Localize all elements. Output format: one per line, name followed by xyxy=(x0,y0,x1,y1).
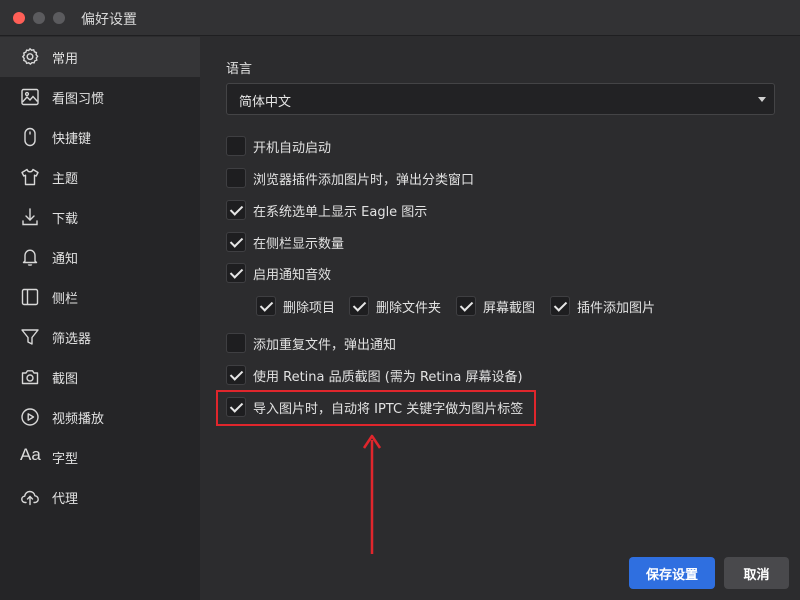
zoom-window-button[interactable] xyxy=(53,12,65,24)
sidebar-item-shortcuts[interactable]: 快捷键 xyxy=(0,117,200,157)
checkbox-label: 删除文件夹 xyxy=(376,300,442,316)
sidebar-item-fonts[interactable]: Aa 字型 xyxy=(0,437,200,477)
option-sound-screenshot[interactable]: 屏幕截图 xyxy=(456,294,535,318)
option-sound-delete-item[interactable]: 删除项目 xyxy=(256,294,335,318)
sidebar-item-video-playback[interactable]: 视频播放 xyxy=(0,397,200,437)
cloud-upload-icon xyxy=(20,487,40,507)
checkbox[interactable] xyxy=(256,296,276,316)
sidebar-item-filters[interactable]: 筛选器 xyxy=(0,317,200,357)
font-icon: Aa xyxy=(20,445,41,464)
option-retina-screenshot[interactable]: 使用 Retina 品质截图 (需为 Retina 屏幕设备) xyxy=(226,363,523,387)
annotation-arrow-icon xyxy=(362,434,382,554)
checkbox-label: 开机自动启动 xyxy=(253,140,332,156)
option-sound-plugin-add[interactable]: 插件添加图片 xyxy=(550,294,655,318)
sidebar-item-label: 常用 xyxy=(52,52,79,67)
checkbox-label: 使用 Retina 品质截图 (需为 Retina 屏幕设备) xyxy=(253,369,523,385)
option-duplicate-notify[interactable]: 添加重复文件，弹出通知 xyxy=(226,331,396,355)
checkbox-label: 删除项目 xyxy=(283,300,336,316)
checkbox-label: 浏览器插件添加图片时，弹出分类窗口 xyxy=(253,172,475,188)
shirt-icon xyxy=(20,167,40,187)
sidebar-item-sidebar[interactable]: 侧栏 xyxy=(0,277,200,317)
checkbox[interactable] xyxy=(550,296,570,316)
window-title: 偏好设置 xyxy=(81,12,137,28)
minimize-window-button[interactable] xyxy=(33,12,45,24)
sidebar-item-label: 代理 xyxy=(52,492,79,507)
bell-icon xyxy=(20,247,40,267)
checkbox[interactable] xyxy=(226,168,246,188)
general-settings-panel: 语言 简体中文 开机自动启动 浏览器插件添加图片时，弹出分类窗口 在系统选单上显… xyxy=(200,37,800,600)
sidebar-item-label: 通知 xyxy=(52,252,79,267)
checkbox-label: 添加重复文件，弹出通知 xyxy=(253,337,397,353)
language-select[interactable]: 简体中文 xyxy=(226,83,775,115)
close-window-button[interactable] xyxy=(13,12,25,24)
checkbox[interactable] xyxy=(226,200,246,220)
sidebar-icon xyxy=(20,287,40,307)
sidebar-item-label: 筛选器 xyxy=(52,332,92,347)
option-plugin-category-popup[interactable]: 浏览器插件添加图片时，弹出分类窗口 xyxy=(226,166,474,190)
mouse-icon xyxy=(20,127,40,147)
sidebar-item-label: 主题 xyxy=(52,172,79,187)
checkbox-label: 在系统选单上显示 Eagle 图示 xyxy=(253,204,428,220)
highlight-box xyxy=(216,390,536,426)
sidebar-item-label: 快捷键 xyxy=(52,132,92,147)
sidebar-item-label: 视频播放 xyxy=(52,412,105,427)
save-settings-button[interactable]: 保存设置 xyxy=(629,557,715,589)
checkbox-label: 在侧栏显示数量 xyxy=(253,236,345,252)
sidebar-item-notifications[interactable]: 通知 xyxy=(0,237,200,277)
sidebar-item-download[interactable]: 下载 xyxy=(0,197,200,237)
checkbox-label: 启用通知音效 xyxy=(253,267,332,283)
checkbox-label: 屏幕截图 xyxy=(483,300,536,316)
sidebar-item-general[interactable]: 常用 xyxy=(0,37,200,77)
sidebar-item-label: 下载 xyxy=(52,212,79,227)
checkbox-label: 插件添加图片 xyxy=(577,300,656,316)
option-show-menubar-icon[interactable]: 在系统选单上显示 Eagle 图示 xyxy=(226,198,427,222)
sidebar-item-viewing-habits[interactable]: 看图习惯 xyxy=(0,77,200,117)
sidebar-item-proxy[interactable]: 代理 xyxy=(0,477,200,517)
option-notification-sound[interactable]: 启用通知音效 xyxy=(226,261,331,285)
option-auto-launch[interactable]: 开机自动启动 xyxy=(226,134,331,158)
cancel-button[interactable]: 取消 xyxy=(724,557,789,589)
sidebar-item-label: 看图习惯 xyxy=(52,92,105,107)
image-icon xyxy=(20,87,40,107)
language-select-value: 简体中文 xyxy=(239,95,292,110)
sidebar-item-label: 截图 xyxy=(52,372,79,387)
play-icon xyxy=(20,407,40,427)
download-icon xyxy=(20,207,40,227)
camera-icon xyxy=(20,367,40,387)
checkbox[interactable] xyxy=(226,136,246,156)
checkbox[interactable] xyxy=(226,263,246,283)
checkbox[interactable] xyxy=(226,333,246,353)
title-bar: 偏好设置 xyxy=(0,0,800,36)
filter-icon xyxy=(20,327,40,347)
sidebar-item-label: 侧栏 xyxy=(52,292,79,307)
checkbox[interactable] xyxy=(349,296,369,316)
caret-down-icon xyxy=(758,97,766,102)
sidebar-item-theme[interactable]: 主题 xyxy=(0,157,200,197)
sidebar-item-label: 字型 xyxy=(52,452,79,467)
checkbox[interactable] xyxy=(226,232,246,252)
gear-icon xyxy=(20,47,40,67)
sidebar-item-screenshot[interactable]: 截图 xyxy=(0,357,200,397)
option-sidebar-count[interactable]: 在侧栏显示数量 xyxy=(226,230,344,254)
sidebar: 常用 看图习惯 快捷键 主题 下载 通知 侧栏 筛选器 截图 视频播放 Aa 字… xyxy=(0,37,200,600)
language-label: 语言 xyxy=(226,62,253,77)
checkbox[interactable] xyxy=(456,296,476,316)
option-sound-delete-folder[interactable]: 删除文件夹 xyxy=(349,294,441,318)
checkbox[interactable] xyxy=(226,365,246,385)
